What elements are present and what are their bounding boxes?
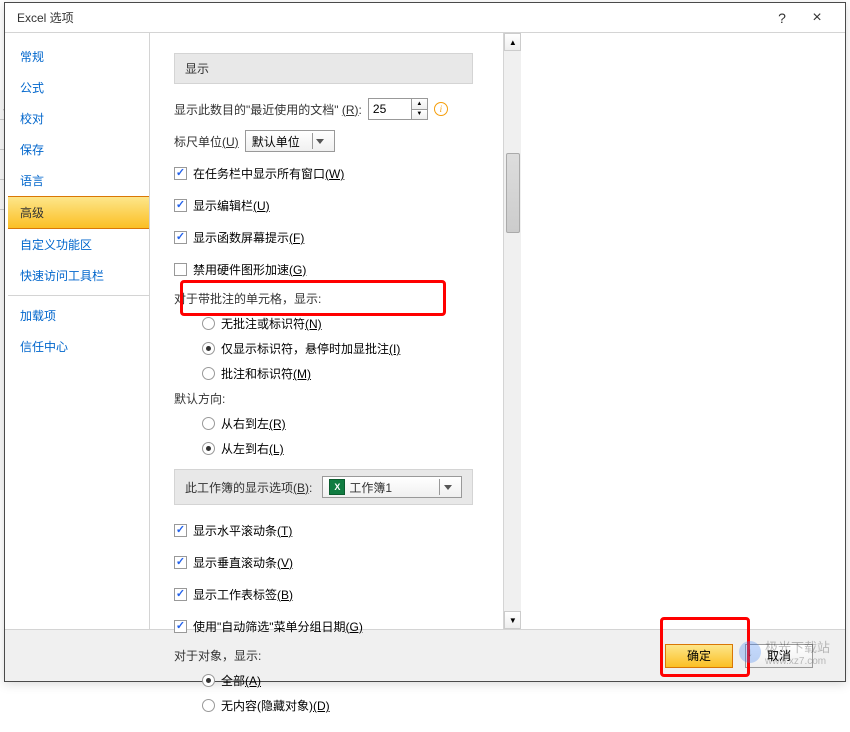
comments-group-label: 对于带批注的单元格，显示:: [174, 290, 473, 307]
excel-icon: X: [329, 479, 345, 495]
excel-options-dialog: Excel 选项 ? × 常规 公式 校对 保存 语言 高级 自定义功能区 快速…: [4, 2, 846, 682]
title-bar: Excel 选项 ? ×: [5, 3, 845, 33]
scroll-up-icon[interactable]: ▲: [504, 33, 521, 51]
checkbox-taskbar-windows[interactable]: [174, 167, 187, 180]
spinner-down-icon[interactable]: ▼: [412, 110, 427, 120]
scroll-down-icon[interactable]: ▼: [504, 611, 521, 629]
radio-objects-hidden[interactable]: [202, 699, 215, 712]
checkbox-function-tips[interactable]: [174, 231, 187, 244]
objects-group-label: 对于对象，显示:: [174, 647, 473, 664]
checkbox-label: 显示函数屏幕提示(F): [193, 229, 304, 246]
help-button[interactable]: ?: [767, 10, 797, 26]
recent-docs-input[interactable]: [368, 98, 412, 120]
sidebar-divider: [8, 295, 149, 296]
sidebar-item-general[interactable]: 常规: [8, 41, 149, 72]
close-button[interactable]: ×: [797, 9, 837, 27]
sidebar-item-advanced[interactable]: 高级: [8, 196, 149, 229]
options-content: 显示 显示此数目的"最近使用的文档" (R): ▲ ▼ i 标尺单位(U) 默认…: [150, 33, 521, 732]
dialog-title: Excel 选项: [13, 9, 767, 26]
radio-indicator-only[interactable]: [202, 342, 215, 355]
radio-comments-and-indicator[interactable]: [202, 367, 215, 380]
section-display: 显示: [174, 53, 473, 84]
radio-label: 无内容(隐藏对象)(D): [221, 697, 330, 714]
radio-rtl[interactable]: [202, 417, 215, 430]
spinner-up-icon[interactable]: ▲: [412, 99, 427, 110]
checkbox-label: 显示编辑栏(U): [193, 197, 270, 214]
sidebar-item-proofing[interactable]: 校对: [8, 103, 149, 134]
watermark-icon: ↓: [739, 641, 761, 663]
radio-label: 从左到右(L): [221, 440, 284, 457]
radio-label: 无批注或标识符(N): [221, 315, 322, 332]
ruler-units-label: 标尺单位(U): [174, 133, 239, 150]
sidebar-item-customize-ribbon[interactable]: 自定义功能区: [8, 229, 149, 260]
checkbox-label: 显示工作表标签(B): [193, 586, 293, 603]
checkbox-autofilter-dates[interactable]: [174, 620, 187, 633]
info-icon[interactable]: i: [434, 102, 448, 116]
checkbox-vscrollbar[interactable]: [174, 556, 187, 569]
options-sidebar: 常规 公式 校对 保存 语言 高级 自定义功能区 快速访问工具栏 加载项 信任中…: [5, 33, 150, 629]
checkbox-formula-bar[interactable]: [174, 199, 187, 212]
checkbox-hscrollbar[interactable]: [174, 524, 187, 537]
checkbox-label: 禁用硬件图形加速(G): [193, 261, 306, 278]
radio-label: 仅显示标识符，悬停时加显批注(I): [221, 340, 400, 357]
recent-docs-label: 显示此数目的"最近使用的文档" (R):: [174, 101, 362, 118]
recent-docs-spinner[interactable]: ▲ ▼: [412, 98, 428, 120]
checkbox-disable-hw-accel[interactable]: [174, 263, 187, 276]
chevron-down-icon: [439, 479, 455, 495]
radio-label: 批注和标识符(M): [221, 365, 311, 382]
chevron-down-icon: [312, 133, 328, 149]
vertical-scrollbar[interactable]: ▲ ▼: [503, 33, 521, 629]
sidebar-item-formulas[interactable]: 公式: [8, 72, 149, 103]
sidebar-item-language[interactable]: 语言: [8, 165, 149, 196]
sidebar-item-addins[interactable]: 加载项: [8, 300, 149, 331]
radio-label: 全部(A): [221, 672, 261, 689]
radio-no-comments[interactable]: [202, 317, 215, 330]
radio-ltr[interactable]: [202, 442, 215, 455]
checkbox-label: 显示水平滚动条(T): [193, 522, 292, 539]
section-workbook-display: 此工作簿的显示选项(B): X 工作簿1: [174, 469, 473, 505]
sidebar-item-trust-center[interactable]: 信任中心: [8, 331, 149, 362]
sidebar-item-save[interactable]: 保存: [8, 134, 149, 165]
checkbox-sheet-tabs[interactable]: [174, 588, 187, 601]
radio-label: 从右到左(R): [221, 415, 286, 432]
watermark: ↓ 极光下载站 www.xz7.com: [739, 637, 830, 667]
ok-button[interactable]: 确定: [665, 644, 733, 668]
sidebar-item-quick-access[interactable]: 快速访问工具栏: [8, 260, 149, 291]
radio-objects-all[interactable]: [202, 674, 215, 687]
checkbox-label: 在任务栏中显示所有窗口(W): [193, 165, 344, 182]
scroll-thumb[interactable]: [506, 153, 520, 233]
checkbox-label: 显示垂直滚动条(V): [193, 554, 293, 571]
ruler-units-select[interactable]: 默认单位: [245, 130, 335, 152]
checkbox-label: 使用"自动筛选"菜单分组日期(G): [193, 618, 363, 635]
workbook-select[interactable]: X 工作簿1: [322, 476, 462, 498]
direction-group-label: 默认方向:: [174, 390, 473, 407]
